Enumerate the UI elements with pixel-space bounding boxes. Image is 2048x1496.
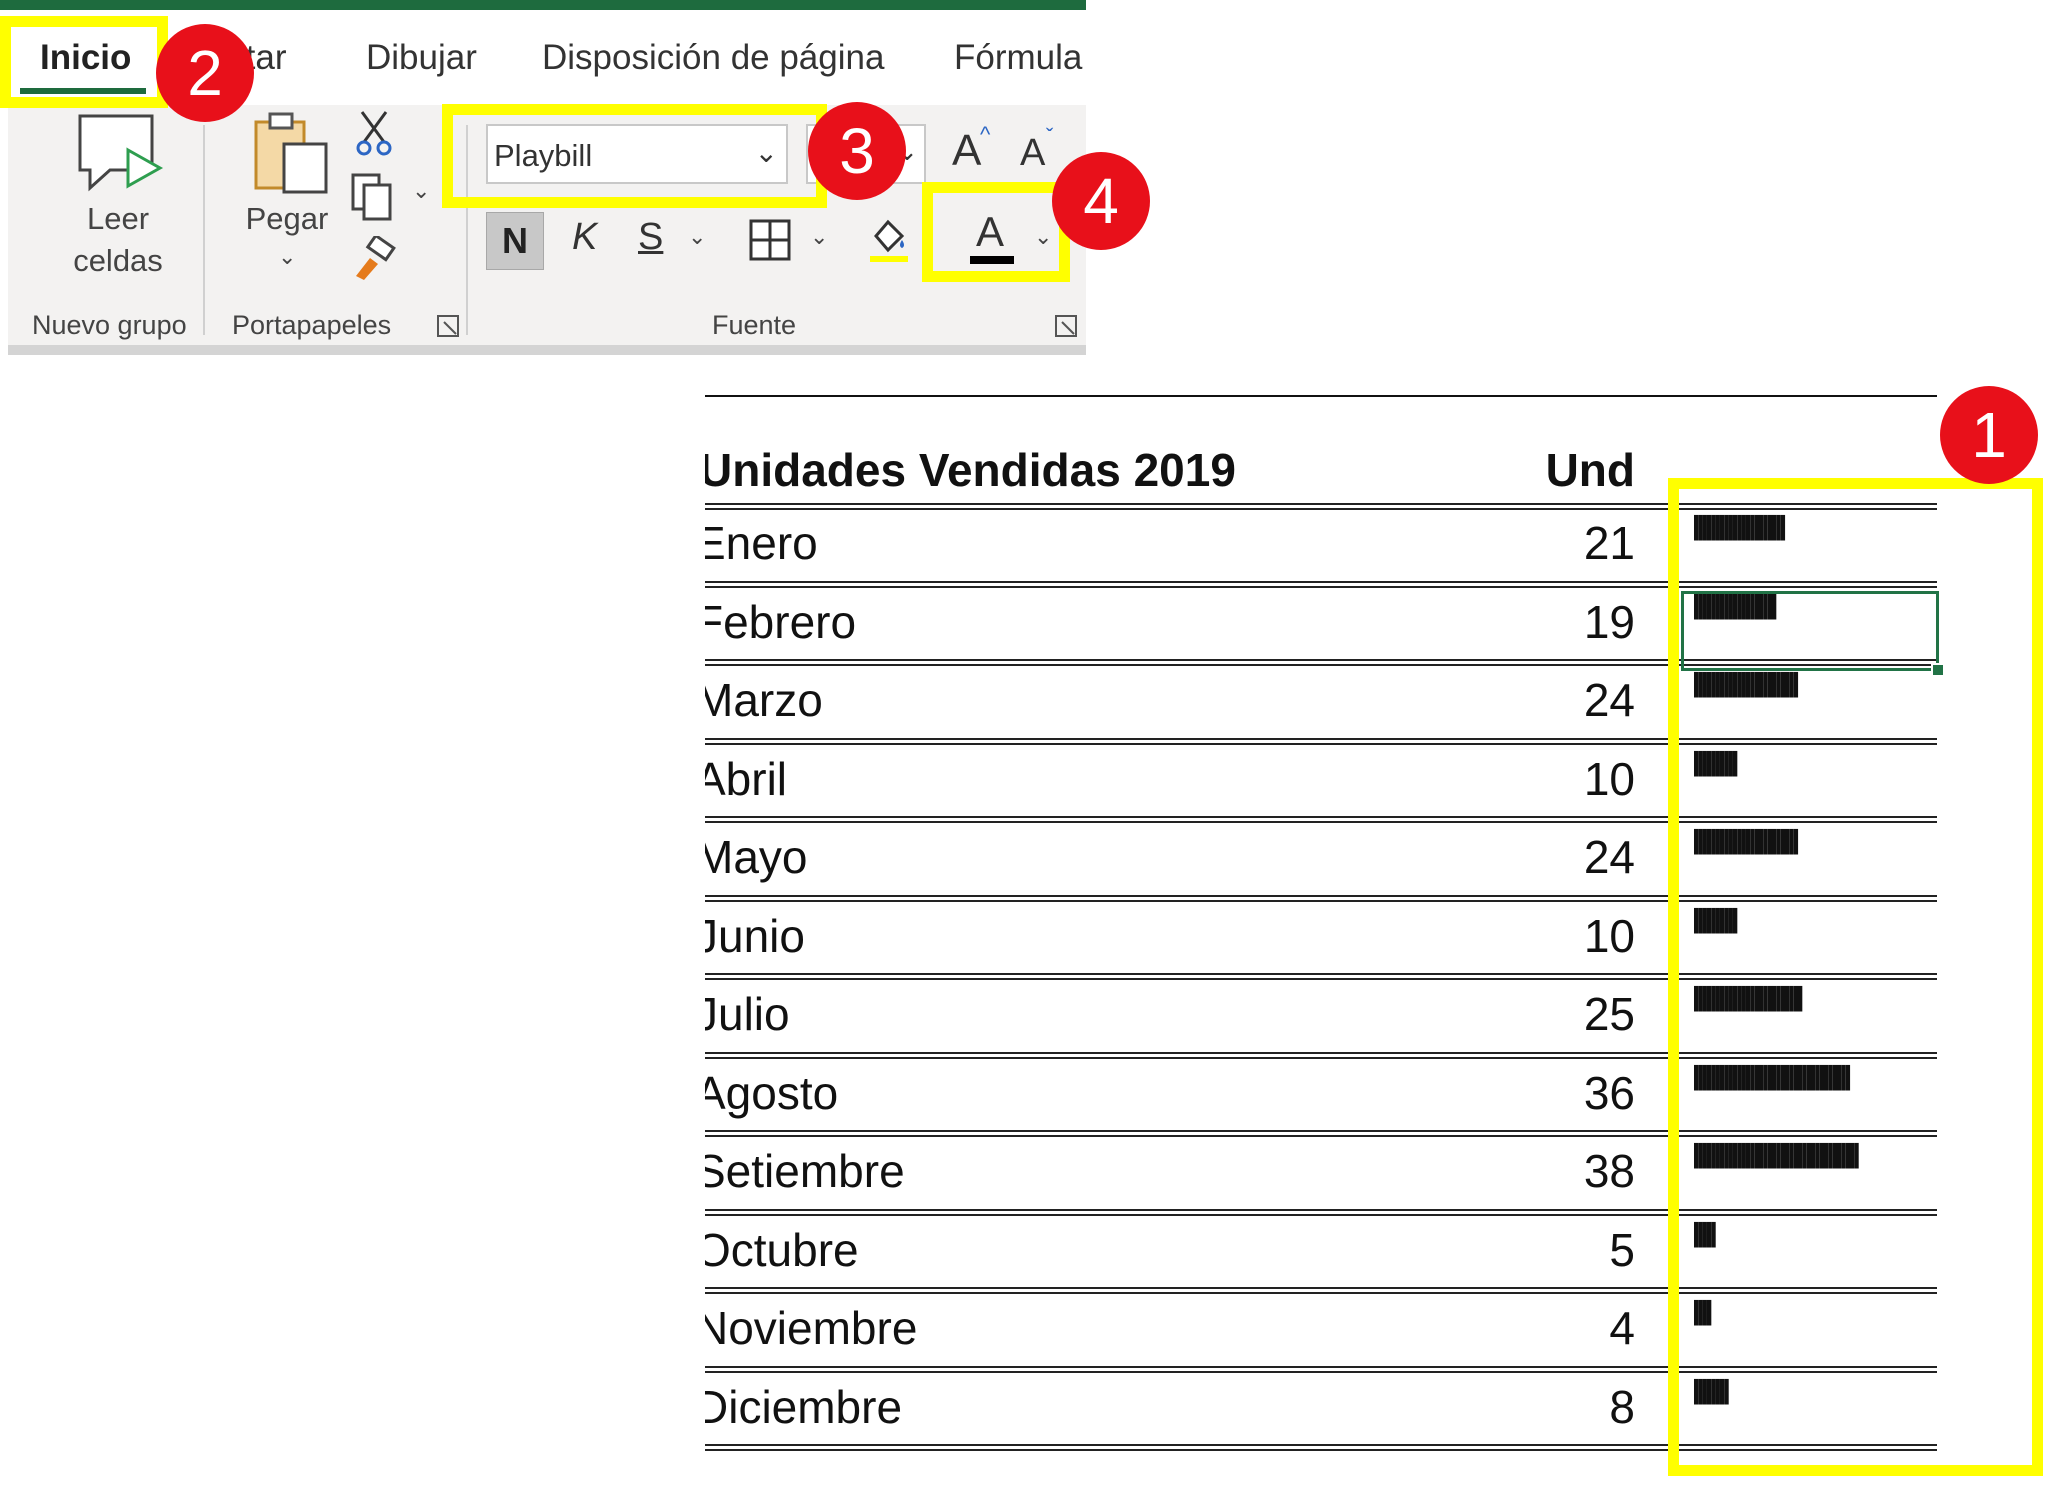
speech-bubble-icon — [78, 114, 164, 192]
scissors-icon[interactable] — [354, 108, 394, 158]
badge-4: 4 — [1052, 152, 1150, 250]
month-cell[interactable]: Mayo — [705, 830, 807, 884]
tab-dibujar[interactable]: Dibujar — [366, 38, 477, 78]
month-cell[interactable]: Julio — [705, 987, 790, 1041]
portapapeles-label: Portapapeles — [232, 310, 392, 340]
fuente-label: Fuente — [712, 310, 797, 340]
units-cell[interactable]: 38 — [1475, 1144, 1635, 1198]
month-cell[interactable]: Noviembre — [705, 1301, 917, 1355]
copy-chevron-down-icon[interactable]: ⌄ — [412, 178, 430, 204]
leer-celdas-label-line1: Leer — [86, 201, 150, 236]
title-bar-strip — [0, 0, 1086, 10]
month-cell[interactable]: Marzo — [705, 673, 823, 727]
units-cell[interactable]: 21 — [1475, 516, 1635, 570]
chevron-down-icon: ⌄ — [278, 244, 297, 269]
units-cell[interactable]: 19 — [1475, 595, 1635, 649]
units-cell[interactable]: 10 — [1475, 752, 1635, 806]
units-cell[interactable]: 25 — [1475, 987, 1635, 1041]
grow-font-button[interactable]: A — [952, 126, 981, 176]
units-cell[interactable]: 8 — [1475, 1380, 1635, 1434]
highlight-font-color — [922, 182, 1070, 282]
font-dialog-launcher-icon[interactable] — [1054, 314, 1080, 338]
underline-chevron-down-icon[interactable]: ⌄ — [688, 224, 706, 250]
underline-button[interactable]: S — [638, 216, 663, 259]
format-painter-icon[interactable] — [350, 236, 398, 282]
month-cell[interactable]: Enero — [705, 516, 818, 570]
month-cell[interactable]: Setiembre — [705, 1144, 905, 1198]
month-cell[interactable]: Diciembre — [705, 1380, 902, 1434]
leer-celdas-label-line2: celdas — [73, 243, 163, 278]
ribbon-bottom-border — [8, 345, 1086, 355]
units-cell[interactable]: 24 — [1475, 673, 1635, 727]
borders-chevron-down-icon[interactable]: ⌄ — [810, 224, 828, 250]
copy-icon[interactable] — [350, 172, 396, 222]
tab-formulas[interactable]: Fórmula — [954, 38, 1082, 78]
caret-down-icon: ˇ — [1046, 124, 1054, 149]
group-divider — [203, 125, 205, 335]
shrink-font-button[interactable]: A — [1020, 132, 1045, 175]
clipboard-icon — [254, 112, 328, 194]
units-cell[interactable]: 5 — [1475, 1223, 1635, 1277]
bold-button[interactable]: N — [486, 212, 544, 270]
borders-icon[interactable] — [748, 218, 792, 262]
caret-up-icon: ^ — [980, 122, 991, 147]
dialog-launcher-icon[interactable] — [436, 314, 462, 338]
units-cell[interactable]: 10 — [1475, 909, 1635, 963]
highlight-bar-column — [1668, 478, 2043, 1476]
units-cell[interactable]: 24 — [1475, 830, 1635, 884]
highlight-inicio-tab — [0, 16, 168, 108]
units-cell[interactable]: 4 — [1475, 1301, 1635, 1355]
header-units: Und — [1545, 444, 1635, 496]
nuevo-grupo-label: Nuevo grupo — [32, 310, 187, 340]
header-month: Unidades Vendidas 2019 — [705, 444, 1236, 496]
pegar-label: Pegar — [245, 201, 329, 236]
tab-disposicion-de-pagina[interactable]: Disposición de página — [542, 38, 884, 78]
units-cell[interactable]: 36 — [1475, 1066, 1635, 1120]
month-cell[interactable]: Octubre — [705, 1223, 859, 1277]
fill-color-icon[interactable] — [866, 214, 912, 264]
month-cell[interactable]: Febrero — [705, 595, 856, 649]
month-cell[interactable]: Agosto — [705, 1066, 838, 1120]
highlight-font-name — [442, 104, 827, 208]
top-border — [705, 395, 1937, 397]
month-cell[interactable]: Abril — [705, 752, 787, 806]
badge-1: 1 — [1940, 386, 2038, 484]
italic-button[interactable]: K — [572, 216, 597, 259]
badge-2: 2 — [156, 24, 254, 122]
month-cell[interactable]: Junio — [705, 909, 805, 963]
badge-3: 3 — [808, 102, 906, 200]
